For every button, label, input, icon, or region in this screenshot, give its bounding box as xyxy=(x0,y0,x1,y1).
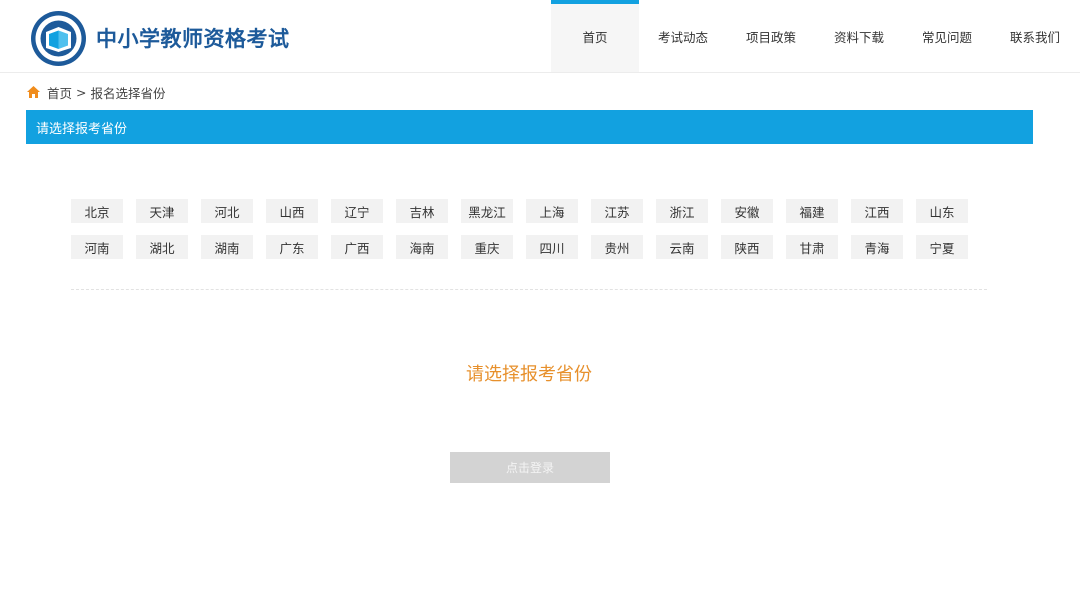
province-row-1: 北京 天津 河北 山西 辽宁 吉林 黑龙江 上海 江苏 浙江 安徽 福建 江西 … xyxy=(71,199,991,223)
site-header: 中小学教师资格考试 首页 考试动态 项目政策 资料下载 常见问题 联系我们 xyxy=(0,0,1080,73)
nav-item-exam-news[interactable]: 考试动态 xyxy=(639,0,727,72)
province-option[interactable]: 广西 xyxy=(331,235,383,259)
province-option[interactable]: 湖北 xyxy=(136,235,188,259)
section-title-bar: 请选择报考省份 xyxy=(26,110,1033,144)
province-option[interactable]: 河北 xyxy=(201,199,253,223)
section-title: 请选择报考省份 xyxy=(36,121,128,137)
nav-item-policy[interactable]: 项目政策 xyxy=(727,0,815,72)
logo-emblem-icon[interactable] xyxy=(30,10,87,67)
nav-item-contact[interactable]: 联系我们 xyxy=(991,0,1079,72)
province-option[interactable]: 陕西 xyxy=(721,235,773,259)
province-option[interactable]: 江苏 xyxy=(591,199,643,223)
nav-item-home[interactable]: 首页 xyxy=(551,0,639,72)
province-option[interactable]: 四川 xyxy=(526,235,578,259)
province-option[interactable]: 山东 xyxy=(916,199,968,223)
breadcrumb: 首页 > 报名选择省份 xyxy=(26,83,166,102)
home-icon[interactable] xyxy=(26,85,41,99)
province-option[interactable]: 福建 xyxy=(786,199,838,223)
province-option[interactable]: 宁夏 xyxy=(916,235,968,259)
province-row-2: 河南 湖北 湖南 广东 广西 海南 重庆 四川 贵州 云南 陕西 甘肃 青海 宁… xyxy=(71,235,991,259)
province-option[interactable]: 天津 xyxy=(136,199,188,223)
province-option[interactable]: 贵州 xyxy=(591,235,643,259)
province-option[interactable]: 北京 xyxy=(71,199,123,223)
login-button[interactable]: 点击登录 xyxy=(450,452,610,483)
province-option[interactable]: 湖南 xyxy=(201,235,253,259)
site-title[interactable]: 中小学教师资格考试 xyxy=(96,23,290,53)
province-option[interactable]: 甘肃 xyxy=(786,235,838,259)
province-option[interactable]: 云南 xyxy=(656,235,708,259)
nav-item-downloads[interactable]: 资料下载 xyxy=(815,0,903,72)
province-option[interactable]: 江西 xyxy=(851,199,903,223)
province-option[interactable]: 河南 xyxy=(71,235,123,259)
province-option[interactable]: 青海 xyxy=(851,235,903,259)
province-option[interactable]: 黑龙江 xyxy=(461,199,513,223)
nav-item-faq[interactable]: 常见问题 xyxy=(903,0,991,72)
province-option[interactable]: 辽宁 xyxy=(331,199,383,223)
province-option[interactable]: 重庆 xyxy=(461,235,513,259)
dashed-divider xyxy=(71,289,987,290)
province-option[interactable]: 安徽 xyxy=(721,199,773,223)
province-option[interactable]: 海南 xyxy=(396,235,448,259)
select-province-prompt: 请选择报考省份 xyxy=(466,364,592,385)
breadcrumb-home-link[interactable]: 首页 xyxy=(47,83,72,102)
province-option[interactable]: 上海 xyxy=(526,199,578,223)
breadcrumb-separator: > xyxy=(76,84,87,100)
main-nav: 首页 考试动态 项目政策 资料下载 常见问题 联系我们 xyxy=(551,0,1079,72)
province-option[interactable]: 广东 xyxy=(266,235,318,259)
province-option[interactable]: 浙江 xyxy=(656,199,708,223)
province-option[interactable]: 山西 xyxy=(266,199,318,223)
province-list: 北京 天津 河北 山西 辽宁 吉林 黑龙江 上海 江苏 浙江 安徽 福建 江西 … xyxy=(71,199,991,271)
breadcrumb-current: 报名选择省份 xyxy=(90,85,166,101)
province-option[interactable]: 吉林 xyxy=(396,199,448,223)
